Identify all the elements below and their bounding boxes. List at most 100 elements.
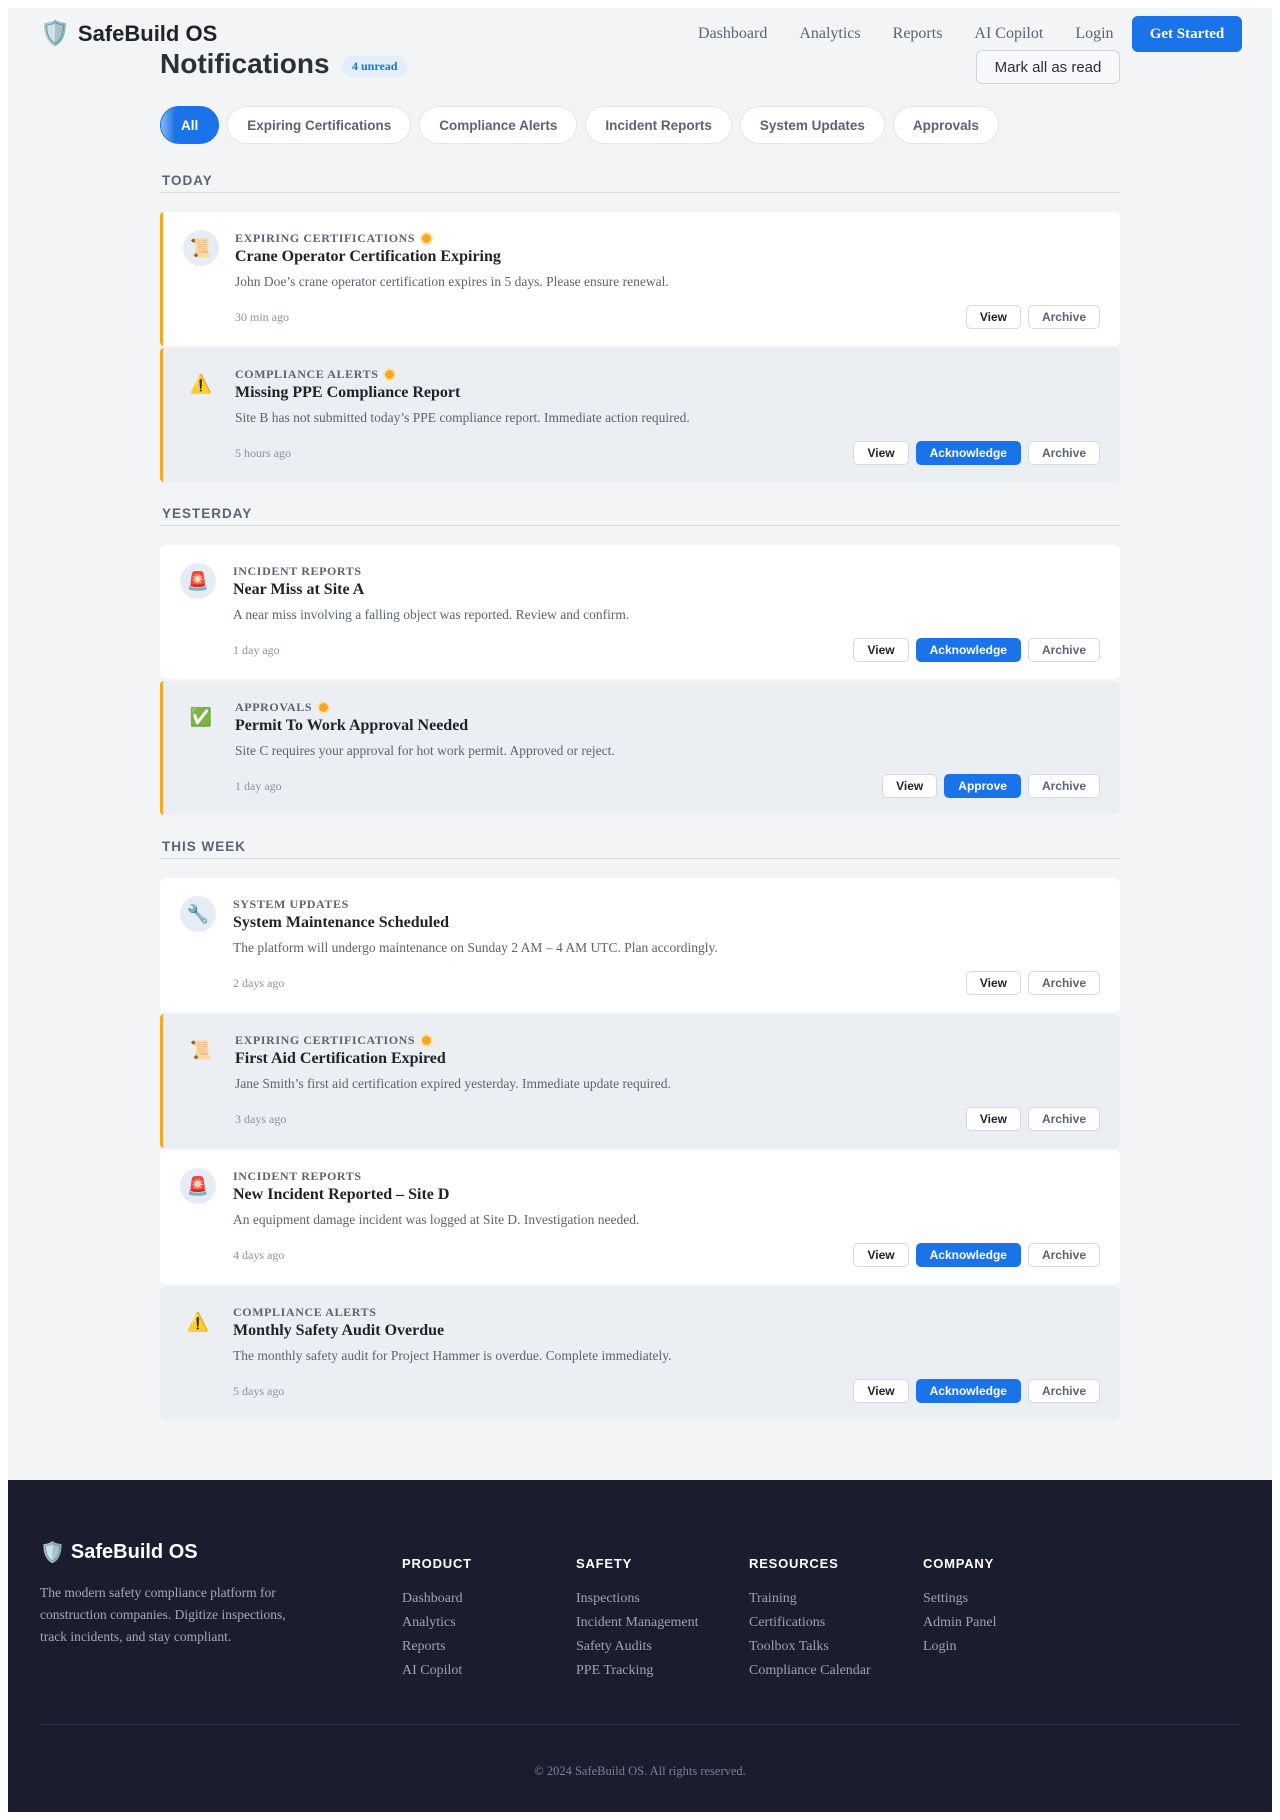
notification-actions: View Archive	[965, 971, 1100, 995]
category-label: COMPLIANCE ALERTS	[233, 1305, 377, 1319]
brand-name: SafeBuild OS	[77, 21, 218, 46]
footer-column-heading: SAFETY	[576, 1556, 633, 1571]
view-button[interactable]: View	[853, 1379, 909, 1403]
unread-dot-icon	[422, 234, 432, 243]
footer-link[interactable]: Training	[749, 1587, 871, 1611]
category-label: SYSTEM UPDATES	[233, 897, 349, 911]
notification-category: INCIDENT REPORTS	[233, 1169, 362, 1184]
get-started-button[interactable]: Get Started	[1132, 16, 1242, 52]
approve-button[interactable]: Approve	[944, 774, 1021, 798]
scroll-icon: 📜	[189, 1039, 213, 1060]
footer-link[interactable]: Dashboard	[402, 1587, 472, 1611]
archive-button[interactable]: Archive	[1027, 638, 1100, 662]
footer-link[interactable]: Admin Panel	[923, 1611, 997, 1635]
notification-title: Monthly Safety Audit Overdue	[233, 1322, 445, 1339]
footer-link[interactable]: Analytics	[402, 1611, 472, 1635]
footer-column-safety: SAFETY Inspections Incident Management Safe…	[576, 1556, 698, 1683]
nav-dashboard[interactable]: Dashboard	[698, 24, 767, 44]
footer-link[interactable]: Compliance Calendar	[749, 1659, 871, 1683]
page-title: Notifications	[160, 48, 330, 79]
filter-compliance-alerts[interactable]: Compliance Alerts	[419, 106, 578, 144]
notification-category: EXPIRING CERTIFICATIONS	[235, 231, 432, 246]
footer-link[interactable]: PPE Tracking	[576, 1659, 698, 1683]
acknowledge-button[interactable]: Acknowledge	[915, 638, 1021, 662]
unread-dot-icon	[319, 703, 329, 712]
acknowledge-button[interactable]: Acknowledge	[915, 1243, 1021, 1267]
nav-ai-copilot[interactable]: AI Copilot	[974, 24, 1043, 44]
notification-card[interactable]: ✅ APPROVALS Permit To Work Approval Needed…	[160, 681, 1120, 815]
footer-link[interactable]: Certifications	[749, 1611, 871, 1635]
notification-time: 3 days ago	[235, 1112, 287, 1126]
notification-actions: View Archive	[965, 305, 1100, 329]
acknowledge-button[interactable]: Acknowledge	[915, 441, 1021, 465]
category-label: EXPIRING CERTIFICATIONS	[235, 231, 416, 245]
notification-card[interactable]: 🚨 INCIDENT REPORTS Near Miss at Site A A ne…	[160, 545, 1120, 679]
filter-all[interactable]: All	[160, 106, 220, 144]
warning-icon: ⚠️	[189, 373, 213, 394]
nav-reports[interactable]: Reports	[893, 24, 943, 44]
footer-column-resources: RESOURCES Training Certifications Toolbox T…	[749, 1556, 871, 1683]
footer-link[interactable]: AI Copilot	[402, 1659, 472, 1683]
view-button[interactable]: View	[965, 1107, 1021, 1131]
footer-link[interactable]: Inspections	[576, 1587, 698, 1611]
mark-all-read-button[interactable]: Mark all as read	[976, 50, 1120, 84]
archive-button[interactable]: Archive	[1027, 971, 1100, 995]
category-label: COMPLIANCE ALERTS	[235, 367, 379, 381]
notification-card[interactable]: 📜 EXPIRING CERTIFICATIONS First Aid Certif…	[160, 1014, 1120, 1148]
warning-icon: ⚠️	[186, 1311, 210, 1332]
notification-title: Missing PPE Compliance Report	[235, 384, 461, 401]
notification-card[interactable]: ⚠️ COMPLIANCE ALERTS Missing PPE Complianc…	[160, 348, 1120, 482]
archive-button[interactable]: Archive	[1027, 1243, 1100, 1267]
notification-card[interactable]: ⚠️ COMPLIANCE ALERTS Monthly Safety Audit …	[160, 1286, 1120, 1420]
archive-button[interactable]: Archive	[1027, 305, 1100, 329]
footer-link[interactable]: Safety Audits	[576, 1635, 698, 1659]
footer-link[interactable]: Toolbox Talks	[749, 1635, 871, 1659]
footer-brand[interactable]: 🛡️ SafeBuild OS	[40, 1540, 198, 1565]
shield-icon: 🛡️	[40, 1542, 65, 1564]
notification-card[interactable]: 🔧 SYSTEM UPDATES System Maintenance Schedu…	[160, 878, 1120, 1012]
view-button[interactable]: View	[965, 971, 1021, 995]
group-divider	[160, 525, 1120, 526]
notification-category: COMPLIANCE ALERTS	[235, 367, 395, 382]
notification-description: A near miss involving a falling object w…	[233, 607, 630, 622]
nav-analytics[interactable]: Analytics	[799, 24, 860, 44]
view-button[interactable]: View	[853, 441, 909, 465]
footer-tagline: The modern safety compliance platform fo…	[40, 1585, 286, 1644]
footer-link[interactable]: Login	[923, 1635, 997, 1659]
notification-category: EXPIRING CERTIFICATIONS	[235, 1033, 432, 1048]
filter-approvals[interactable]: Approvals	[892, 106, 999, 144]
footer-link[interactable]: Settings	[923, 1587, 997, 1611]
notification-description: Jane Smith’s first aid certification exp…	[235, 1076, 671, 1091]
archive-button[interactable]: Archive	[1027, 1107, 1100, 1131]
archive-button[interactable]: Archive	[1027, 1379, 1100, 1403]
notification-category: INCIDENT REPORTS	[233, 564, 362, 579]
view-button[interactable]: View	[853, 1243, 909, 1267]
check-icon: ✅	[189, 706, 213, 727]
notification-category: COMPLIANCE ALERTS	[233, 1305, 376, 1320]
brand-logo[interactable]: 🛡️ SafeBuild OS	[40, 20, 217, 48]
notification-card[interactable]: 📜 EXPIRING CERTIFICATIONS Crane Operator C…	[160, 212, 1120, 346]
footer-column-heading: RESOURCES	[749, 1556, 839, 1571]
footer-link[interactable]: Incident Management	[576, 1611, 698, 1635]
notification-time: 1 day ago	[235, 779, 282, 793]
footer-divider	[40, 1724, 1240, 1725]
nav-login[interactable]: Login	[1075, 24, 1113, 44]
archive-button[interactable]: Archive	[1027, 441, 1100, 465]
view-button[interactable]: View	[965, 305, 1021, 329]
notification-card[interactable]: 🚨 INCIDENT REPORTS New Incident Reported –…	[160, 1150, 1120, 1284]
footer-column-heading: PRODUCT	[402, 1556, 472, 1571]
notification-actions: View Acknowledge Archive	[853, 1243, 1100, 1267]
filter-expiring-certifications[interactable]: Expiring Certifications	[227, 106, 412, 144]
notification-description: Site C requires your approval for hot wo…	[235, 743, 615, 758]
filter-system-updates[interactable]: System Updates	[739, 106, 885, 144]
filter-incident-reports[interactable]: Incident Reports	[585, 106, 732, 144]
notification-time: 1 day ago	[233, 643, 280, 657]
acknowledge-button[interactable]: Acknowledge	[915, 1379, 1021, 1403]
archive-button[interactable]: Archive	[1027, 774, 1100, 798]
notification-title: Crane Operator Certification Expiring	[235, 248, 501, 265]
notification-time: 2 days ago	[233, 976, 285, 990]
filter-tabs: All Expiring Certifications Compliance A…	[160, 106, 999, 144]
view-button[interactable]: View	[882, 774, 938, 798]
footer-link[interactable]: Reports	[402, 1635, 472, 1659]
view-button[interactable]: View	[853, 638, 909, 662]
